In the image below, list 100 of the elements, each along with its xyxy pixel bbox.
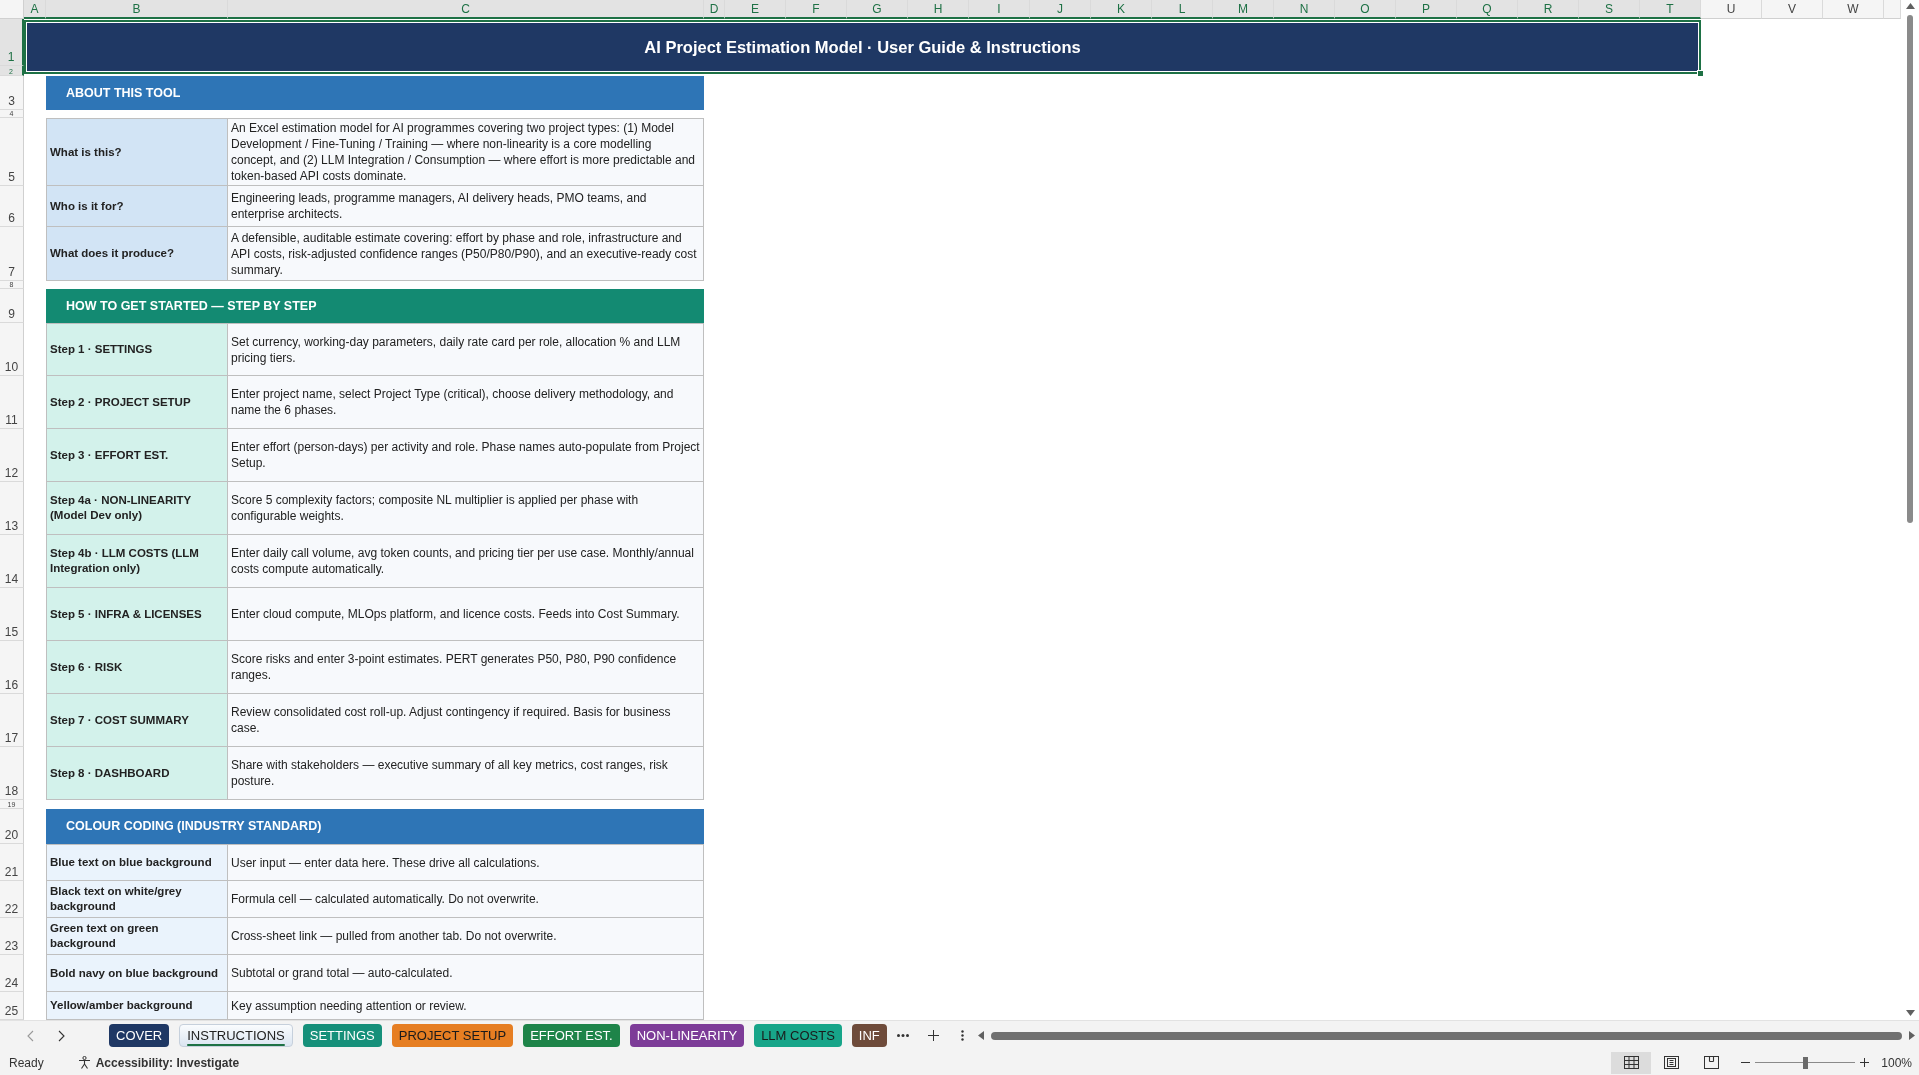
zoom-level-text[interactable]: 100%: [1881, 1053, 1912, 1072]
section-header: HOW TO GET STARTED — STEP BY STEP: [46, 289, 704, 323]
table-cell: Step 5 · INFRA & LICENSES: [46, 588, 228, 641]
row-header[interactable]: 17: [0, 694, 24, 747]
column-header[interactable]: A: [24, 0, 46, 19]
vertical-dots-icon[interactable]: [960, 1030, 964, 1041]
column-header[interactable]: M: [1213, 0, 1274, 19]
zoom-slider[interactable]: [1755, 1055, 1856, 1070]
sheet-tab[interactable]: INSTRUCTIONS: [179, 1024, 293, 1047]
sheet-tab[interactable]: EFFORT EST.: [523, 1024, 620, 1047]
row-header[interactable]: 7: [0, 227, 24, 281]
row-header[interactable]: 18: [0, 747, 24, 800]
column-header[interactable]: W: [1823, 0, 1884, 19]
row-header[interactable]: 20: [0, 809, 24, 844]
row-header[interactable]: 9: [0, 289, 24, 323]
slider-thumb[interactable]: [1803, 1056, 1809, 1069]
column-header[interactable]: N: [1274, 0, 1335, 19]
table-cell: Blue text on blue background: [46, 844, 228, 881]
column-header[interactable]: P: [1396, 0, 1457, 19]
column-header[interactable]: G: [847, 0, 908, 19]
row-header[interactable]: 15: [0, 588, 24, 641]
sheet-tab[interactable]: INF: [851, 1024, 887, 1047]
triangle-up-icon[interactable]: [1905, 3, 1915, 9]
triangle-right-icon[interactable]: [1909, 1031, 1915, 1040]
row-header[interactable]: 16: [0, 641, 24, 694]
table-cell: Subtotal or grand total — auto-calculated.: [228, 955, 704, 992]
column-header[interactable]: T: [1640, 0, 1701, 19]
table-cell: Review consolidated cost roll-up. Adjust contingency if required. Basis for business case.: [228, 694, 704, 747]
section-header: ABOUT THIS TOOL: [46, 76, 704, 110]
table-cell: Enter daily call volume, avg token counts, and pricing tier per use case. Monthly/annual costs compute automatically.: [228, 535, 704, 588]
table-cell: What is this?: [46, 118, 228, 186]
row-header[interactable]: 6: [0, 186, 24, 227]
row-header[interactable]: 12: [0, 429, 24, 482]
table-cell: Step 6 · RISK: [46, 641, 228, 694]
row-header[interactable]: 11: [0, 376, 24, 429]
split-page-icon: [1703, 1056, 1719, 1069]
table-cell: Enter project name, select Project Type (critical), choose delivery methodology, and name the 6 phases.: [228, 376, 704, 429]
table-cell: Score 5 complexity factors; composite NL multiplier is applied per phase with configurable weights.: [228, 482, 704, 535]
column-header[interactable]: U: [1701, 0, 1762, 19]
plus-icon[interactable]: [1860, 1058, 1870, 1067]
column-header[interactable]: B: [46, 0, 228, 19]
row-header[interactable]: 22: [0, 881, 24, 918]
accessibility-status[interactable]: Accessibility: Investigate: [95, 1053, 240, 1072]
column-header[interactable]: D: [704, 0, 725, 19]
sheet-tab[interactable]: NON-LINEARITY: [629, 1024, 745, 1047]
chevron-right-icon[interactable]: [58, 1029, 65, 1042]
row-header[interactable]: 13: [0, 482, 24, 535]
table-cell: Yellow/amber background: [46, 992, 228, 1020]
table-cell: An Excel estimation model for AI programmes covering two project types: (1) Model Development / Fine-Tuning / Training — where non-linearity is a core modelling concept, and (2) LLM Integration / Consumption — where effort is more predictable and token-based API costs dominate.: [228, 118, 704, 186]
column-header[interactable]: R: [1518, 0, 1579, 19]
table-cell: Key assumption needing attention or review.: [228, 992, 704, 1020]
column-header[interactable]: I: [969, 0, 1030, 19]
column-header[interactable]: J: [1030, 0, 1091, 19]
person-icon[interactable]: [77, 1056, 91, 1069]
column-header[interactable]: C: [228, 0, 704, 19]
table-cell: Step 1 · SETTINGS: [46, 323, 228, 376]
section-header: COLOUR CODING (INDUSTRY STANDARD): [46, 809, 704, 844]
row-header[interactable]: 3: [0, 76, 24, 110]
column-header[interactable]: O: [1335, 0, 1396, 19]
plus-icon[interactable]: [927, 1030, 939, 1041]
column-header[interactable]: H: [908, 0, 969, 19]
scrollbar-thumb[interactable]: [1907, 15, 1913, 523]
column-header[interactable]: S: [1579, 0, 1640, 19]
column-header[interactable]: L: [1152, 0, 1213, 19]
table-cell: Step 2 · PROJECT SETUP: [46, 376, 228, 429]
status-text: Ready: [9, 1054, 44, 1072]
table-cell: Step 4a · NON-LINEARITY (Model Dev only): [46, 482, 228, 535]
scrollbar-thumb[interactable]: [990, 1031, 1902, 1040]
row-header[interactable]: 24: [0, 955, 24, 992]
sheet-tab[interactable]: COVER: [109, 1024, 170, 1047]
table-cell: Share with stakeholders — executive summary of all key metrics, cost ranges, risk posture.: [228, 747, 704, 800]
table-cell: Engineering leads, programme managers, AI delivery heads, PMO teams, and enterprise architects.: [228, 186, 704, 227]
column-header[interactable]: E: [725, 0, 786, 19]
table-cell: Step 7 · COST SUMMARY: [46, 694, 228, 747]
chevron-left-icon[interactable]: [27, 1029, 34, 1042]
table-cell: Score risks and enter 3-point estimates. PERT generates P50, P80, P90 confidence ranges.: [228, 641, 704, 694]
row-header[interactable]: 21: [0, 844, 24, 881]
row-header[interactable]: 14: [0, 535, 24, 588]
row-header[interactable]: 23: [0, 918, 24, 955]
column-header[interactable]: F: [786, 0, 847, 19]
column-header[interactable]: Q: [1457, 0, 1518, 19]
table-cell: What does it produce?: [46, 227, 228, 281]
row-header[interactable]: 1: [0, 19, 24, 66]
triangle-left-icon[interactable]: [977, 1031, 984, 1040]
row-header[interactable]: 25: [0, 992, 24, 1020]
table-cell: Black text on white/grey background: [46, 881, 228, 918]
sheet-tab[interactable]: LLM COSTS: [754, 1024, 842, 1047]
table-cell: Bold navy on blue background: [46, 955, 228, 992]
row-header[interactable]: 5: [0, 118, 24, 186]
ellipsis-icon[interactable]: [896, 1034, 909, 1037]
row-header[interactable]: 10: [0, 323, 24, 376]
view-button[interactable]: [1611, 1051, 1652, 1074]
triangle-down-icon[interactable]: [1905, 1010, 1915, 1016]
column-header[interactable]: V: [1762, 0, 1823, 19]
table-cell: Who is it for?: [46, 186, 228, 227]
sheet-tab[interactable]: SETTINGS: [302, 1024, 382, 1047]
column-header[interactable]: K: [1091, 0, 1152, 19]
selection-handle[interactable]: [1697, 70, 1704, 77]
sheet-tab[interactable]: PROJECT SETUP: [391, 1024, 514, 1047]
table-cell: User input — enter data here. These drive all calculations.: [228, 844, 704, 881]
